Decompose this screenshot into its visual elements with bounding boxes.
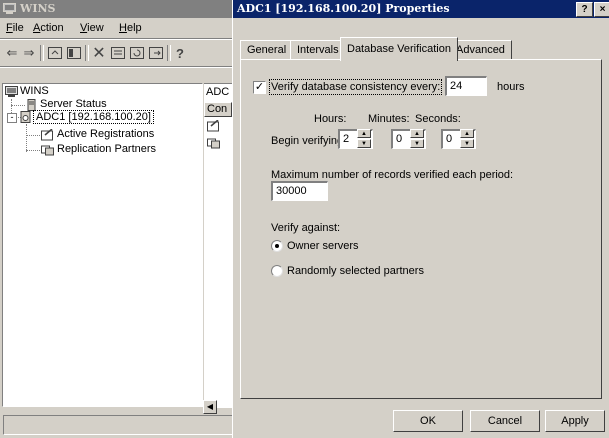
tree-root-wins[interactable]: WINS <box>20 85 49 97</box>
up-level-icon[interactable] <box>46 44 64 62</box>
spin-down-icon[interactable]: ▼ <box>410 139 424 148</box>
properties-dialog: ADC1 [192.168.100.20] Properties ? × Gen… <box>232 0 609 438</box>
tree-item-active-registrations[interactable]: Active Registrations <box>57 128 154 140</box>
tab-intervals[interactable]: Intervals <box>290 40 346 60</box>
tab-database-verification[interactable]: Database Verification <box>340 37 458 61</box>
verify-consistency-label[interactable]: Verify database consistency every: <box>268 79 443 95</box>
help-button[interactable]: ? <box>576 2 593 17</box>
seconds-label: Seconds: <box>415 113 461 125</box>
back-arrow-icon[interactable]: ⇐ <box>3 44 21 62</box>
tree-item-server-status[interactable]: Server Status <box>40 98 107 110</box>
menu-view-label: iew <box>87 22 104 34</box>
tab-database-verification-label: Database Verification <box>347 43 451 55</box>
toolbar-separator <box>85 45 89 61</box>
close-button[interactable]: × <box>594 2 609 17</box>
spin-down-icon[interactable]: ▼ <box>357 139 371 148</box>
collapse-toggle-icon[interactable]: - <box>7 113 17 123</box>
tree-line <box>11 105 25 106</box>
verify-interval-unit: hours <box>497 81 525 93</box>
tree-line <box>26 150 40 151</box>
menu-file-label: ile <box>12 22 24 34</box>
tab-page-database-verification: ✓ Verify database consistency every: 24 … <box>240 59 602 399</box>
tree-item-replication-partners[interactable]: Replication Partners <box>57 143 156 155</box>
tab-general[interactable]: General <box>240 40 294 60</box>
status-bar <box>3 415 233 435</box>
max-records-label: Maximum number of records verified each … <box>271 169 514 181</box>
scroll-left-button[interactable]: ◀ <box>203 400 217 414</box>
wins-console-window: WINS File Action View Help ⇐ ⇒ ✕ ? WINS <box>0 0 233 438</box>
spin-down-icon[interactable]: ▼ <box>460 139 474 148</box>
active-registrations-icon <box>207 120 219 132</box>
spin-up-icon[interactable]: ▲ <box>357 129 371 138</box>
menu-file-accel: F <box>6 22 13 34</box>
properties-icon[interactable] <box>109 44 127 62</box>
toolbar-separator <box>40 45 44 61</box>
spin-up-icon[interactable]: ▲ <box>410 129 424 138</box>
ok-button[interactable]: OK <box>393 410 463 432</box>
show-hide-tree-icon[interactable] <box>65 44 83 62</box>
refresh-icon[interactable] <box>128 44 146 62</box>
owner-servers-label[interactable]: Owner servers <box>287 240 359 252</box>
tab-advanced[interactable]: Advanced <box>449 40 512 60</box>
tree-line <box>26 135 40 136</box>
menu-action-label: ction <box>40 22 64 34</box>
cancel-button[interactable]: Cancel <box>470 410 540 432</box>
delete-icon[interactable]: ✕ <box>90 44 108 62</box>
wins-server-icon <box>20 111 31 123</box>
verify-interval-input[interactable]: 24 <box>445 76 487 96</box>
column-header[interactable]: Con <box>204 102 232 117</box>
menu-help-accel: H <box>119 22 127 34</box>
radio-selected-dot <box>275 244 279 248</box>
result-pane: ADC Con <box>204 83 232 408</box>
menu-action[interactable]: Action <box>33 22 64 34</box>
wins-app-icon <box>3 3 16 14</box>
wins-title-text: WINS <box>20 2 56 15</box>
toolbar-divider <box>0 66 232 68</box>
active-registrations-icon <box>41 129 53 141</box>
menu-help-label: elp <box>126 22 142 34</box>
menu-view[interactable]: View <box>80 22 104 34</box>
wins-title-bar[interactable]: WINS <box>0 0 232 18</box>
result-pane-header: ADC <box>206 86 230 98</box>
help-icon[interactable]: ? <box>171 44 189 62</box>
tree-item-adc1-label: ADC1 [192.168.100.20] <box>36 111 151 123</box>
spin-up-icon[interactable]: ▲ <box>460 129 474 138</box>
forward-arrow-icon[interactable]: ⇒ <box>20 44 38 62</box>
begin-seconds-spinner[interactable]: ▲ ▼ <box>460 129 474 149</box>
menu-file[interactable]: File <box>6 22 24 34</box>
column-header-label: Con <box>207 103 228 115</box>
replication-partners-icon <box>207 138 220 149</box>
begin-minutes-spinner[interactable]: ▲ ▼ <box>410 129 424 149</box>
random-partners-label[interactable]: Randomly selected partners <box>287 265 424 277</box>
tree-item-adc1[interactable]: ADC1 [192.168.100.20] <box>33 110 154 124</box>
console-tree: WINS Server Status - ADC1 [192.168.100.2… <box>3 84 202 406</box>
verify-against-label: Verify against: <box>271 222 341 234</box>
tree-line <box>26 124 27 152</box>
menu-divider <box>0 38 232 40</box>
dialog-title-bar[interactable]: ADC1 [192.168.100.20] Properties ? × <box>233 0 609 18</box>
wins-root-icon <box>5 86 18 97</box>
max-records-input[interactable]: 30000 <box>271 181 328 201</box>
begin-hours-spinner[interactable]: ▲ ▼ <box>357 129 371 149</box>
verify-consistency-checkbox[interactable]: ✓ <box>253 81 266 94</box>
dialog-title-text: ADC1 [192.168.100.20] Properties <box>237 2 450 15</box>
random-partners-radio[interactable] <box>271 265 283 277</box>
menu-help[interactable]: Help <box>119 22 142 34</box>
minutes-label: Minutes: <box>368 113 410 125</box>
replication-partners-icon <box>41 145 54 156</box>
owner-servers-radio[interactable] <box>271 240 283 252</box>
apply-button[interactable]: Apply <box>545 410 605 432</box>
export-list-icon[interactable] <box>147 44 165 62</box>
hours-label: Hours: <box>314 113 347 125</box>
